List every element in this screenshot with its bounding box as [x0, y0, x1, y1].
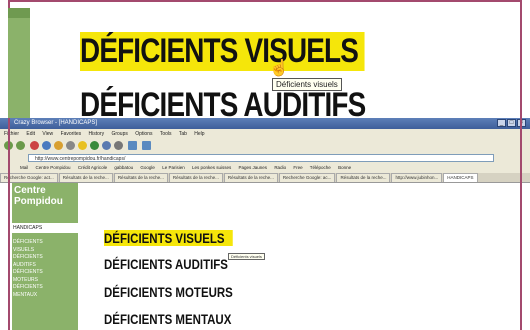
- tab-item[interactable]: Résultats de la reche...: [168, 173, 223, 182]
- hand-cursor-icon: ☝: [269, 60, 289, 77]
- menu-tools[interactable]: Tools: [160, 131, 172, 137]
- tile-icon[interactable]: [128, 141, 137, 150]
- bookmark-item[interactable]: Bonne: [338, 165, 351, 170]
- zoom-sidebar-strip: [8, 8, 30, 118]
- bookmark-item[interactable]: gabbatou: [114, 165, 133, 170]
- sidebar-link[interactable]: AUDITIFS: [13, 262, 77, 270]
- menu-groups[interactable]: Groups: [111, 131, 127, 137]
- menu-tab[interactable]: Tab: [179, 131, 187, 137]
- history-icon[interactable]: [90, 141, 99, 150]
- url-input[interactable]: http://www.centrepompidou.fr/handicaps/: [28, 154, 494, 162]
- forward-icon[interactable]: [16, 141, 25, 150]
- link-deficients-mentaux[interactable]: DÉFICIENTS MENTAUX: [104, 311, 231, 327]
- tab-item[interactable]: Recherche Google: ac...: [278, 173, 336, 182]
- print-icon[interactable]: [114, 141, 123, 150]
- maximize-button[interactable]: □: [507, 119, 516, 127]
- sidebar-links: DÉFICIENTS VISUELS DÉFICIENTS AUDITIFS D…: [13, 239, 77, 299]
- sidebar-link[interactable]: MENTAUX: [13, 292, 77, 300]
- menu-options[interactable]: Options: [135, 131, 152, 137]
- tab-item[interactable]: Résultats de la reche...: [58, 173, 113, 182]
- zoomed-view: DÉFICIENTS VISUELS DÉFICIENTS AUDITIFS ☝…: [0, 0, 530, 118]
- favorites-icon[interactable]: [78, 141, 87, 150]
- window-icon[interactable]: [142, 141, 151, 150]
- tab-handicaps[interactable]: HANDICAPS: [443, 173, 478, 182]
- tab-item[interactable]: Résultats de la reche...: [336, 173, 391, 182]
- bookmark-item[interactable]: Les ponkes suisses: [192, 165, 231, 170]
- link-deficients-moteurs[interactable]: DÉFICIENTS MOTEURS: [104, 284, 233, 300]
- menu-help[interactable]: Help: [194, 131, 204, 137]
- zoom-sidebar-bar: [8, 8, 30, 18]
- frame-border-left: [8, 118, 10, 330]
- link-tooltip: Déficients visuels: [228, 253, 265, 260]
- toolbar: [0, 139, 530, 154]
- menu-bar: Fichier Edit View Favorites History Grou…: [0, 129, 530, 139]
- bookmark-item[interactable]: Mail: [20, 165, 28, 170]
- menu-edit[interactable]: Edit: [26, 131, 35, 137]
- section-label: HANDICAPS: [12, 223, 78, 233]
- bookmark-item[interactable]: Le Parisien: [162, 165, 185, 170]
- bookmark-item[interactable]: Pages Jaunes: [239, 165, 268, 170]
- bookmark-item[interactable]: Télépoche: [310, 165, 331, 170]
- sidebar: Centre Pompidou HANDICAPS DÉFICIENTS VIS…: [12, 183, 78, 330]
- address-bar: http://www.centrepompidou.fr/handicaps/: [0, 153, 530, 164]
- frame-border-right: [520, 118, 522, 330]
- browser-window: Crazy Browser - [HANDICAPS] _ □ × Fichie…: [0, 118, 530, 330]
- sidebar-link[interactable]: DÉFICIENTS: [13, 254, 77, 262]
- zoom-link-deficients-visuels[interactable]: DÉFICIENTS VISUELS: [80, 32, 365, 71]
- sidebar-link[interactable]: DÉFICIENTS: [13, 284, 77, 292]
- sidebar-link[interactable]: VISUELS: [13, 247, 77, 255]
- bookmarks-bar: Mail Centre Pompidou Crédit Agricole gab…: [0, 164, 530, 173]
- bookmark-item[interactable]: Free: [293, 165, 302, 170]
- menu-view[interactable]: View: [42, 131, 53, 137]
- menu-history[interactable]: History: [89, 131, 105, 137]
- centre-pompidou-logo[interactable]: Centre Pompidou: [14, 185, 78, 207]
- bookmark-item[interactable]: Centre Pompidou: [36, 165, 71, 170]
- tab-bar: Recherche Google: act... Résultats de la …: [0, 173, 530, 183]
- stop-icon[interactable]: [30, 141, 39, 150]
- home-icon[interactable]: [54, 141, 63, 150]
- title-bar: Crazy Browser - [HANDICAPS] _ □ ×: [0, 118, 530, 129]
- tab-item[interactable]: http://www.jubinhon...: [391, 173, 443, 182]
- sidebar-link[interactable]: DÉFICIENTS: [13, 269, 77, 277]
- zoom-tooltip: Déficients visuels: [272, 78, 342, 91]
- sidebar-link[interactable]: DÉFICIENTS: [13, 239, 77, 247]
- tab-item[interactable]: Résultats de la reche...: [223, 173, 278, 182]
- page-content: Centre Pompidou HANDICAPS DÉFICIENTS VIS…: [0, 183, 530, 330]
- bookmark-item[interactable]: Radio: [274, 165, 286, 170]
- window-title: Crazy Browser - [HANDICAPS]: [14, 120, 98, 126]
- refresh-icon[interactable]: [42, 141, 51, 150]
- minimize-button[interactable]: _: [497, 119, 506, 127]
- menu-favorites[interactable]: Favorites: [61, 131, 82, 137]
- sidebar-link[interactable]: MOTEURS: [13, 277, 77, 285]
- link-deficients-visuels[interactable]: DÉFICIENTS VISUELS: [104, 230, 233, 246]
- mail-icon[interactable]: [102, 141, 111, 150]
- search-icon[interactable]: [66, 141, 75, 150]
- link-deficients-auditifs[interactable]: DÉFICIENTS AUDITIFS: [104, 256, 228, 272]
- menu-file[interactable]: Fichier: [4, 131, 19, 137]
- bookmark-item[interactable]: Google: [140, 165, 155, 170]
- bookmark-item[interactable]: Crédit Agricole: [78, 165, 107, 170]
- tab-item[interactable]: Résultats de la reche...: [113, 173, 168, 182]
